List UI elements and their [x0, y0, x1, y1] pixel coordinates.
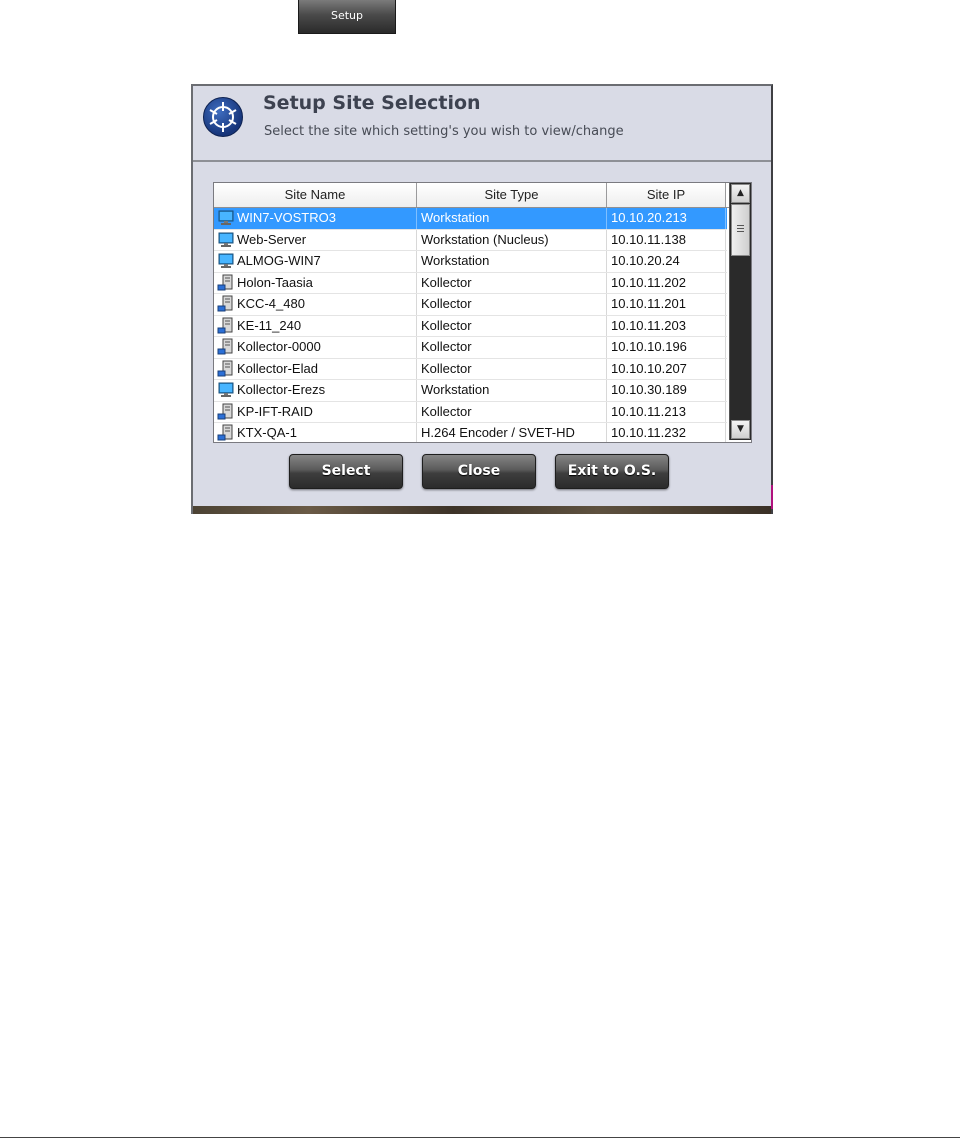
site-type-cell: Workstation: [417, 380, 607, 401]
background-strip: [193, 506, 771, 514]
site-type-cell: Workstation (Nucleus): [417, 229, 607, 250]
monitor-icon: [217, 209, 235, 227]
monitor-icon: [217, 252, 235, 270]
site-ip-cell: 10.10.30.189: [607, 380, 726, 401]
site-ip-cell: 10.10.11.213: [607, 401, 726, 422]
app-logo-icon: [203, 97, 243, 137]
site-name: Kollector-Erezs: [237, 382, 326, 398]
table-row[interactable]: Kollector-Erezs Workstation 10.10.30.189: [214, 380, 727, 402]
table-row[interactable]: Holon-Taasia Kollector 10.10.11.202: [214, 272, 727, 294]
scroll-down-arrow-icon[interactable]: ▼: [731, 420, 750, 439]
setup-button[interactable]: Setup: [298, 0, 396, 34]
site-name-cell: WIN7-VOSTRO3: [214, 208, 417, 229]
site-type-cell: Workstation: [417, 251, 607, 272]
site-name-cell: Kollector-0000: [214, 337, 417, 358]
monitor-icon: [217, 231, 235, 249]
table-row[interactable]: KE-11_240 Kollector 10.10.11.203: [214, 315, 727, 337]
server-icon: [217, 424, 235, 442]
site-ip-cell: 10.10.11.203: [607, 315, 726, 336]
site-type-cell: Kollector: [417, 315, 607, 336]
scrollbar-thumb[interactable]: [731, 204, 750, 256]
server-icon: [217, 360, 235, 378]
site-name-cell: Holon-Taasia: [214, 272, 417, 293]
table-row[interactable]: Web-Server Workstation (Nucleus) 10.10.11.…: [214, 229, 727, 251]
site-ip-cell: 10.10.10.207: [607, 358, 726, 379]
site-name: Kollector-Elad: [237, 360, 318, 376]
table-body: WIN7-VOSTRO3 Workstation 10.10.20.213 Web-S…: [214, 208, 727, 442]
vertical-scrollbar[interactable]: ▲ ▼: [729, 183, 751, 440]
table-row[interactable]: WIN7-VOSTRO3 Workstation 10.10.20.213: [214, 208, 727, 230]
monitor-icon: [217, 381, 235, 399]
site-name: WIN7-VOSTRO3: [237, 210, 336, 226]
table-row[interactable]: KTX-QA-1 H.264 Encoder / SVET-HD 10.10.11.…: [214, 423, 727, 442]
site-type-cell: Kollector: [417, 337, 607, 358]
table-row[interactable]: ALMOG-WIN7 Workstation 10.10.20.24: [214, 251, 727, 273]
site-list-table: Site Name Site Type Site IP WIN7-VOSTRO3…: [213, 182, 752, 443]
table-row[interactable]: KCC-4_480 Kollector 10.10.11.201: [214, 294, 727, 316]
site-name: ALMOG-WIN7: [237, 253, 321, 269]
dialog-header: Setup Site Selection Select the site whi…: [193, 86, 771, 162]
site-ip-cell: 10.10.10.196: [607, 337, 726, 358]
site-type-cell: Kollector: [417, 294, 607, 315]
site-ip-cell: 10.10.11.138: [607, 229, 726, 250]
site-type-cell: Kollector: [417, 401, 607, 422]
exit-to-os-button[interactable]: Exit to O.S.: [555, 454, 669, 489]
site-ip-cell: 10.10.11.201: [607, 294, 726, 315]
site-name: Web-Server: [237, 231, 307, 247]
site-name-cell: KTX-QA-1: [214, 423, 417, 442]
dialog-title: Setup Site Selection: [263, 92, 481, 114]
select-button[interactable]: Select: [289, 454, 403, 489]
site-name-cell: KP-IFT-RAID: [214, 401, 417, 422]
site-name-cell: Kollector-Elad: [214, 358, 417, 379]
server-icon: [217, 295, 235, 313]
column-header-site-ip[interactable]: Site IP: [607, 183, 726, 207]
site-ip-cell: 10.10.20.24: [607, 251, 726, 272]
site-name: KP-IFT-RAID: [237, 403, 313, 419]
site-name-cell: Kollector-Erezs: [214, 380, 417, 401]
site-name-cell: ALMOG-WIN7: [214, 251, 417, 272]
site-type-cell: H.264 Encoder / SVET-HD: [417, 423, 607, 442]
table-row[interactable]: Kollector-0000 Kollector 10.10.10.196: [214, 337, 727, 359]
dialog-subtitle: Select the site which setting's you wish…: [264, 124, 624, 139]
column-header-site-type[interactable]: Site Type: [417, 183, 607, 207]
site-name-cell: KE-11_240: [214, 315, 417, 336]
site-name: KE-11_240: [237, 317, 302, 333]
site-name-cell: Web-Server: [214, 229, 417, 250]
site-name-cell: KCC-4_480: [214, 294, 417, 315]
site-ip-cell: 10.10.20.213: [607, 208, 726, 229]
server-icon: [217, 403, 235, 421]
site-type-cell: Workstation: [417, 208, 607, 229]
site-ip-cell: 10.10.11.202: [607, 272, 726, 293]
server-icon: [217, 317, 235, 335]
setup-site-selection-dialog: Setup Site Selection Select the site whi…: [191, 84, 773, 514]
site-name: KTX-QA-1: [237, 425, 297, 441]
server-icon: [217, 338, 235, 356]
background-edge: [771, 485, 773, 509]
site-ip-cell: 10.10.11.232: [607, 423, 726, 442]
site-name: KCC-4_480: [237, 296, 305, 312]
site-type-cell: Kollector: [417, 358, 607, 379]
table-row[interactable]: Kollector-Elad Kollector 10.10.10.207: [214, 358, 727, 380]
server-icon: [217, 274, 235, 292]
site-type-cell: Kollector: [417, 272, 607, 293]
scroll-up-arrow-icon[interactable]: ▲: [731, 184, 750, 203]
close-button[interactable]: Close: [422, 454, 536, 489]
table-header: Site Name Site Type Site IP: [214, 183, 729, 208]
table-row[interactable]: KP-IFT-RAID Kollector 10.10.11.213: [214, 401, 727, 423]
site-name: Kollector-0000: [237, 339, 321, 355]
column-header-site-name[interactable]: Site Name: [214, 183, 417, 207]
site-name: Holon-Taasia: [237, 274, 313, 290]
